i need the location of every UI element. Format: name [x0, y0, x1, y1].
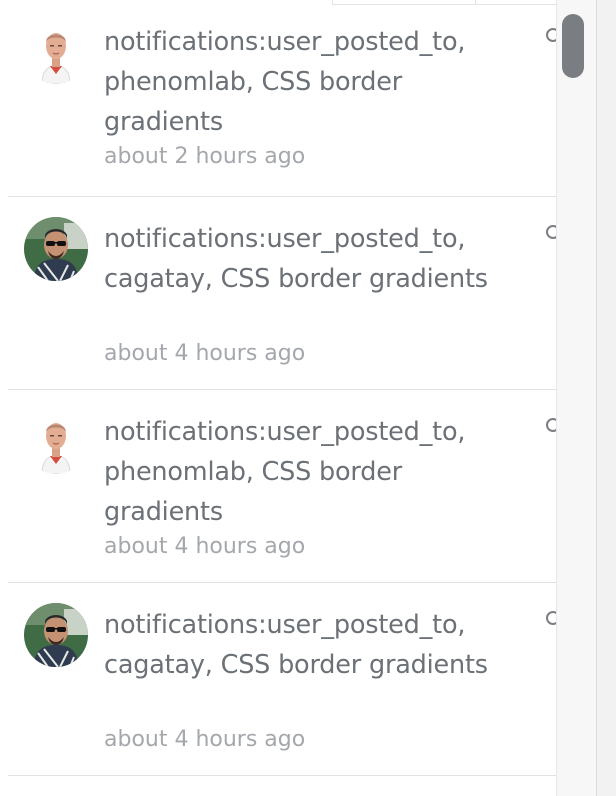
notification-item[interactable]: notifications:user_posted_to, cagatay, C…	[8, 583, 560, 776]
notification-timestamp: about 4 hours ago	[104, 341, 306, 366]
notification-item[interactable]: notifications:user_posted_to, cagatay, C…	[8, 197, 560, 390]
avatar[interactable]	[24, 20, 88, 84]
avatar[interactable]	[24, 603, 88, 667]
notification-text[interactable]: notifications:user_posted_to, cagatay, C…	[104, 219, 524, 299]
notification-item[interactable]: notifications:user_posted_to, phenomlab,…	[8, 0, 560, 197]
man-portrait-icon	[24, 20, 88, 84]
notification-text[interactable]: notifications:user_posted_to, cagatay, C…	[104, 605, 524, 685]
notification-list: notifications:user_posted_to, phenomlab,…	[8, 0, 560, 776]
notification-timestamp: about 2 hours ago	[104, 144, 306, 169]
avatar[interactable]	[24, 410, 88, 474]
notification-text[interactable]: notifications:user_posted_to, phenomlab,…	[104, 22, 524, 142]
man-sunglasses-portrait-icon	[24, 603, 88, 667]
scrollbar-thumb[interactable]	[562, 14, 584, 78]
notification-timestamp: about 4 hours ago	[104, 727, 306, 752]
avatar[interactable]	[24, 217, 88, 281]
man-sunglasses-portrait-icon	[24, 217, 88, 281]
notification-item[interactable]: notifications:user_posted_to, phenomlab,…	[8, 390, 560, 583]
scrollbar-track[interactable]	[556, 0, 596, 796]
notification-timestamp: about 4 hours ago	[104, 534, 306, 559]
notification-text[interactable]: notifications:user_posted_to, phenomlab,…	[104, 412, 524, 532]
notifications-dropdown: notifications:user_posted_to, phenomlab,…	[0, 0, 597, 796]
man-portrait-icon	[24, 410, 88, 474]
